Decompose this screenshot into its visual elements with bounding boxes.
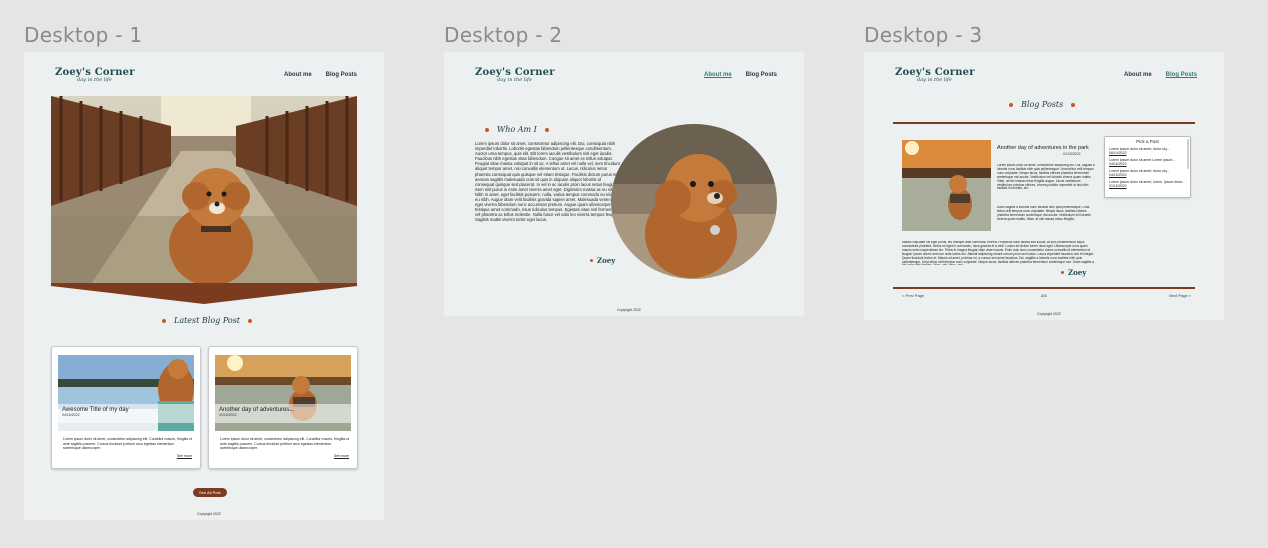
- pick-item[interactable]: Lorem ipsum dolor sit amet, dolor ulq...…: [1109, 147, 1190, 155]
- post-paragraph-1: Lorem ipsum dolor sit amet, consectetur …: [997, 164, 1095, 191]
- page-indicator: 2/4: [1041, 293, 1047, 298]
- copyright: Copyright 2022: [617, 308, 641, 312]
- nav-about-link[interactable]: About me: [1124, 72, 1152, 78]
- hero-image: [51, 96, 357, 284]
- site-logo[interactable]: Zoey's Corner day in the life: [895, 67, 975, 83]
- card-1-see-more-link[interactable]: See more: [177, 454, 192, 458]
- card-1-caption: Awesome Title of my day 04/16/2022: [58, 404, 194, 423]
- pick-a-post-panel: Pick a Post Lorem ipsum dolor sit amet, …: [1104, 136, 1191, 198]
- main-nav: About me Blog Posts: [284, 72, 357, 78]
- card-1-date: 04/16/2022: [62, 413, 80, 417]
- heading-dot-left: [1009, 102, 1013, 107]
- frame-label-desktop-1: Desktop - 1: [24, 23, 143, 47]
- card-2-excerpt: Lorem ipsum dolor sit amet, consectetur …: [220, 437, 349, 451]
- card-2-date: 01/15/2022: [219, 413, 237, 417]
- latest-blog-post-heading: Latest Blog Post: [162, 316, 253, 325]
- bottom-divider: [893, 287, 1195, 289]
- desktop-3-frame: Zoey's Corner day in the life About me B…: [864, 52, 1224, 320]
- heading-dot-right: [544, 127, 549, 132]
- pick-item[interactable]: Lorem ipsum dolor sit amet, dolor ulq...…: [1109, 169, 1190, 177]
- post-paragraph-3: Massa vulputate vel eget purus, leo tris…: [902, 241, 1094, 265]
- post-paragraph-2: Diam sagittis a lobortis nunc facilisis …: [997, 206, 1091, 221]
- next-page-link[interactable]: Next Page >: [1169, 293, 1191, 298]
- nav-about-link[interactable]: About me: [704, 72, 732, 78]
- card-1-excerpt: Lorem ipsum dolor sit amet, consectetur …: [63, 437, 192, 451]
- post-signature: Zoey: [1061, 268, 1086, 277]
- blog-card-2[interactable]: Another day of adventures... 01/15/2022 …: [208, 346, 358, 469]
- heading-dot-left: [162, 318, 166, 323]
- post-image: [902, 140, 991, 231]
- hero-chevron: [51, 283, 357, 304]
- nav-about-link[interactable]: About me: [284, 72, 312, 78]
- pick-scrollbar[interactable]: [1187, 139, 1189, 169]
- pick-heading: Pick a Post: [1136, 139, 1159, 144]
- nav-blog-link[interactable]: Blog Posts: [746, 72, 777, 78]
- prev-page-link[interactable]: < Prev Page: [902, 293, 924, 298]
- post-date: 01/15/2022: [1063, 152, 1081, 156]
- card-2-see-more-link[interactable]: See more: [334, 454, 349, 458]
- heading-dot-right: [1071, 102, 1076, 107]
- blog-posts-heading: Blog Posts: [1009, 100, 1076, 109]
- site-logo[interactable]: Zoey's Corner day in the life: [475, 67, 555, 83]
- card-2-caption: Another day of adventures... 01/15/2022: [215, 404, 351, 423]
- heading-dot-left: [485, 127, 489, 132]
- frame-label-desktop-2: Desktop - 2: [444, 23, 563, 47]
- pick-item[interactable]: Lorem ipsum dolor sit amet Lorem ipsum..…: [1109, 158, 1190, 166]
- blog-card-1[interactable]: Awesome Title of my day 04/16/2022 Lorem…: [51, 346, 201, 469]
- desktop-2-frame: Zoey's Corner day in the life About me B…: [444, 52, 804, 316]
- about-photo: [611, 124, 777, 279]
- about-paragraph: Lorem ipsum dolor sit amet, consectetur …: [475, 141, 620, 223]
- see-all-posts-button[interactable]: See All Post: [193, 488, 227, 497]
- signature-dot: [1061, 271, 1064, 274]
- signature-dot: [590, 259, 593, 262]
- who-am-i-heading: Who Am I: [485, 125, 549, 134]
- main-nav: About me Blog Posts: [1124, 72, 1197, 78]
- nav-blog-link[interactable]: Blog Posts: [326, 72, 357, 78]
- pick-item[interactable]: Lorem ipsum dolor sit amet, lorem. Ipsum…: [1109, 180, 1190, 188]
- top-divider: [893, 122, 1195, 124]
- about-signature: Zoey: [590, 256, 615, 265]
- heading-dot-right: [248, 318, 253, 323]
- nav-blog-link[interactable]: Blog Posts: [1166, 72, 1197, 78]
- post-title: Another day of adventures in the park: [997, 145, 1089, 151]
- copyright: Copyright 2022: [1037, 312, 1061, 316]
- frame-label-desktop-3: Desktop - 3: [864, 23, 983, 47]
- copyright: Copyright 2022: [197, 512, 221, 516]
- main-nav: About me Blog Posts: [704, 72, 777, 78]
- desktop-1-frame: Zoey's Corner day in the life About me B…: [24, 52, 384, 520]
- site-logo[interactable]: Zoey's Corner day in the life: [55, 67, 135, 83]
